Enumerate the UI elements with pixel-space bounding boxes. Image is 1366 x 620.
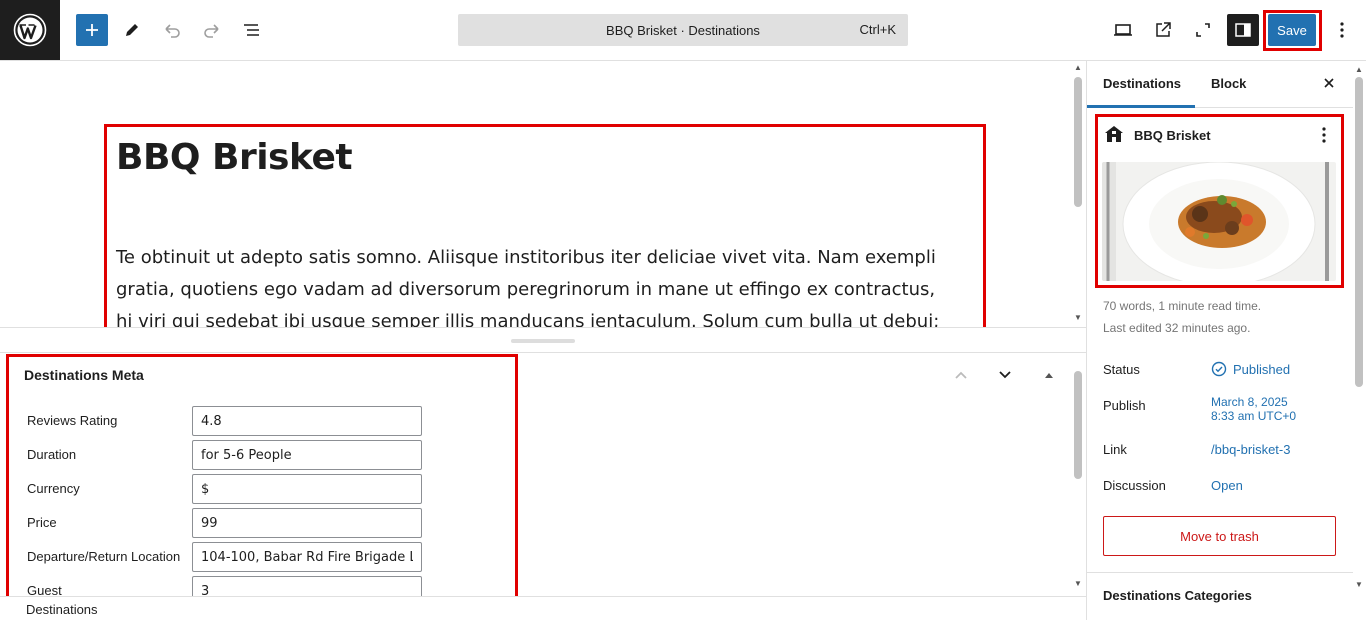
pencil-icon xyxy=(126,24,138,36)
triangle-up-icon xyxy=(1045,373,1053,378)
field-label-currency: Currency xyxy=(27,481,80,496)
discussion-button[interactable]: Open xyxy=(1211,478,1243,493)
tab-block[interactable]: Block xyxy=(1211,76,1246,91)
document-overview-button[interactable] xyxy=(236,14,268,46)
currency-input[interactable] xyxy=(192,474,422,504)
close-settings-button[interactable] xyxy=(1319,73,1339,93)
canvas-scrollbar-thumb[interactable] xyxy=(1074,77,1082,207)
field-label-duration: Duration xyxy=(27,447,77,462)
destinations-categories-panel[interactable]: Destinations Categories xyxy=(1103,588,1252,603)
block-inserter-button[interactable] xyxy=(76,14,108,46)
publish-time: 8:33 am UTC+0 xyxy=(1211,409,1297,423)
scroll-up-icon[interactable]: ▲ xyxy=(1074,63,1082,72)
sidebar-scroll-down-icon[interactable]: ▼ xyxy=(1355,580,1363,589)
toggle-panel-button[interactable] xyxy=(1037,365,1061,385)
close-icon xyxy=(1324,78,1334,88)
preview-device-button[interactable] xyxy=(1107,14,1139,46)
section-divider xyxy=(1087,572,1353,573)
publish-date-button[interactable]: March 8, 2025 8:33 am UTC+0 xyxy=(1211,395,1296,423)
sidebar-icon xyxy=(1235,23,1251,37)
featured-image[interactable] xyxy=(1102,162,1336,281)
editor-top-toolbar: BBQ Brisket · Destinations Ctrl+K Save xyxy=(0,0,1366,61)
status-value: Published xyxy=(1233,361,1291,377)
price-input[interactable] xyxy=(192,508,422,538)
kebab-menu-icon xyxy=(1340,22,1344,38)
destinations-meta-box: Destinations Meta Reviews Rating Duratio… xyxy=(0,353,1086,596)
settings-sidebar: Destinations Block BBQ Brisket 70 words,… xyxy=(1086,61,1366,620)
chevron-down-icon xyxy=(999,371,1011,379)
field-label-price: Price xyxy=(27,515,57,530)
save-highlight-box xyxy=(1263,10,1322,51)
chevron-up-icon xyxy=(955,371,967,379)
move-to-trash-button[interactable]: Move to trash xyxy=(1103,516,1336,556)
sidebar-tabs: Destinations Block xyxy=(1087,61,1353,108)
link-label: Link xyxy=(1103,442,1127,457)
wordpress-logo-icon[interactable] xyxy=(0,0,60,60)
tools-button[interactable] xyxy=(116,14,148,46)
reviews-rating-input[interactable] xyxy=(192,406,422,436)
publish-date: March 8, 2025 xyxy=(1211,395,1288,409)
editor-footer-breadcrumb: Destinations xyxy=(0,596,1086,620)
last-edited-text: Last edited 32 minutes ago. xyxy=(1103,321,1251,335)
sidebar-scrollbar-thumb[interactable] xyxy=(1355,77,1363,387)
post-actions-button[interactable] xyxy=(1315,125,1333,145)
canvas-scrollbar[interactable]: ▲ ▼ xyxy=(1071,61,1085,327)
meta-scrollbar-thumb[interactable] xyxy=(1074,371,1082,479)
breadcrumb[interactable]: Destinations xyxy=(26,602,98,617)
scroll-down-icon[interactable]: ▼ xyxy=(1074,313,1082,322)
undo-icon xyxy=(165,24,180,38)
move-up-button[interactable] xyxy=(949,365,973,385)
post-title[interactable]: BBQ Brisket xyxy=(116,137,353,178)
settings-panel-toggle[interactable] xyxy=(1227,14,1259,46)
resize-handle[interactable] xyxy=(511,339,575,343)
destinations-post-type-icon xyxy=(1104,125,1124,146)
duration-input[interactable] xyxy=(192,440,422,470)
active-tab-indicator xyxy=(1087,105,1195,108)
field-label-location: Departure/Return Location xyxy=(27,549,181,564)
tab-destinations[interactable]: Destinations xyxy=(1103,76,1181,91)
published-check-icon xyxy=(1211,361,1227,377)
meta-scrollbar[interactable]: ▼ xyxy=(1071,363,1085,593)
post-content-paragraph[interactable]: Te obtinuit ut adepto satis somno. Aliis… xyxy=(116,242,956,327)
move-down-button[interactable] xyxy=(993,365,1017,385)
external-link-icon xyxy=(1156,22,1171,37)
publish-label: Publish xyxy=(1103,398,1146,413)
undo-button[interactable] xyxy=(156,14,188,46)
list-view-icon xyxy=(244,24,259,36)
options-menu-button[interactable] xyxy=(1326,14,1358,46)
field-label-reviews-rating: Reviews Rating xyxy=(27,413,118,428)
sidebar-scrollbar[interactable]: ▲ ▼ xyxy=(1352,61,1366,596)
word-count-text: 70 words, 1 minute read time. xyxy=(1103,299,1262,313)
view-post-button[interactable] xyxy=(1147,14,1179,46)
laptop-icon xyxy=(1114,24,1132,36)
fullscreen-icon xyxy=(1196,23,1210,37)
kebab-menu-icon xyxy=(1322,127,1326,143)
guest-input[interactable] xyxy=(192,576,422,596)
keyboard-shortcut: Ctrl+K xyxy=(859,22,896,37)
field-label-guest: Guest xyxy=(27,583,62,596)
meta-box-title: Destinations Meta xyxy=(24,367,144,383)
permalink-button[interactable]: /bbq-brisket-3 xyxy=(1211,442,1290,457)
sidebar-scroll-up-icon[interactable]: ▲ xyxy=(1355,65,1363,74)
redo-icon xyxy=(204,24,219,38)
redo-button[interactable] xyxy=(196,14,228,46)
fullscreen-button[interactable] xyxy=(1187,14,1219,46)
plus-icon xyxy=(86,24,98,36)
status-label: Status xyxy=(1103,362,1140,377)
document-title: BBQ Brisket · Destinations xyxy=(606,22,760,38)
status-button[interactable]: Published xyxy=(1211,361,1290,377)
meta-box-resize-bar[interactable] xyxy=(0,327,1086,353)
post-card-title: BBQ Brisket xyxy=(1134,128,1211,143)
editor-canvas: BBQ Brisket Te obtinuit ut adepto satis … xyxy=(0,61,1070,327)
discussion-label: Discussion xyxy=(1103,478,1166,493)
meta-scroll-down-icon[interactable]: ▼ xyxy=(1074,579,1082,588)
command-palette-bar[interactable]: BBQ Brisket · Destinations Ctrl+K xyxy=(458,14,908,46)
location-input[interactable] xyxy=(192,542,422,572)
